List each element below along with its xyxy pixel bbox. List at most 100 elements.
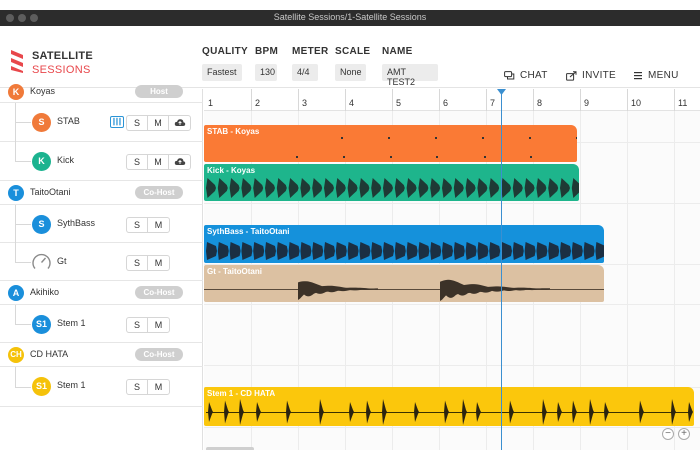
playhead-icon[interactable] bbox=[497, 89, 506, 95]
mute-button[interactable]: M bbox=[148, 218, 169, 232]
logo-text-satellite: SATELLITE bbox=[32, 50, 93, 62]
keyboard-icon[interactable] bbox=[110, 116, 124, 128]
solo-button[interactable]: S bbox=[127, 116, 148, 130]
mute-button[interactable]: M bbox=[148, 116, 169, 130]
user-name: Koyas bbox=[30, 86, 56, 96]
cloud-upload-button[interactable] bbox=[169, 155, 190, 169]
horizontal-scrollbar[interactable] bbox=[206, 447, 254, 450]
solo-button[interactable]: S bbox=[127, 218, 148, 232]
ruler-bar-label: 4 bbox=[349, 98, 355, 108]
chat-button[interactable]: CHAT bbox=[504, 70, 548, 81]
bar-ruler[interactable]: 1 2 3 4 5 6 7 8 9 10 11 bbox=[204, 89, 700, 111]
ruler-tick bbox=[674, 89, 675, 111]
solo-button[interactable]: S bbox=[127, 155, 148, 169]
track-row-stem1-cd-hata[interactable]: S1 Stem 1 S M bbox=[0, 367, 203, 407]
ruler-tick bbox=[392, 89, 393, 111]
user-row-koyas[interactable]: K Koyas Host bbox=[0, 80, 203, 103]
track-row-sythbass[interactable]: S SythBass S M bbox=[0, 205, 203, 243]
clip-waveform bbox=[204, 279, 604, 301]
track-controls: S M bbox=[126, 217, 170, 233]
ruler-tick bbox=[345, 89, 346, 111]
role-badge: Co-Host bbox=[135, 348, 183, 361]
solo-button[interactable]: S bbox=[127, 380, 148, 394]
track-avatar: K bbox=[32, 152, 51, 171]
tree-branch bbox=[15, 324, 31, 325]
ruler-bar-label: 5 bbox=[396, 98, 402, 108]
track-row-stem1-akihiko[interactable]: S1 Stem 1 S M bbox=[0, 305, 203, 343]
track-avatar: S bbox=[32, 215, 51, 234]
chat-icon bbox=[504, 70, 515, 79]
ruler-bar-label: 10 bbox=[631, 98, 642, 108]
track-row-gt[interactable]: Gt S M bbox=[0, 243, 203, 281]
ruler-bar-label: 9 bbox=[584, 98, 590, 108]
tree-line bbox=[15, 305, 16, 324]
cloud-upload-icon bbox=[174, 119, 185, 126]
tree-branch bbox=[15, 122, 31, 123]
clip-waveform bbox=[206, 178, 579, 198]
tree-line bbox=[15, 367, 16, 387]
user-name: Akihiko bbox=[30, 287, 60, 297]
ruler-bar-label: 6 bbox=[443, 98, 449, 108]
tree-line bbox=[15, 142, 16, 162]
clip-sythbass-taitootani[interactable]: SythBass - TaitoOtani bbox=[204, 225, 604, 263]
bpm-label: BPM bbox=[255, 46, 279, 57]
invite-label: INVITE bbox=[582, 70, 617, 81]
user-row-akihiko[interactable]: A Akihiko Co-Host bbox=[0, 281, 203, 305]
window-title: Satellite Sessions/1-Satellite Sessions bbox=[273, 12, 427, 22]
scale-value[interactable]: None bbox=[335, 64, 366, 81]
meter-setting: METER 4/4 bbox=[292, 46, 329, 81]
mute-button[interactable]: M bbox=[148, 256, 169, 270]
tree-branch bbox=[15, 224, 31, 225]
user-row-cd-hata[interactable]: CH CD HATA Co-Host bbox=[0, 343, 203, 367]
grid-row-line bbox=[204, 203, 700, 204]
quality-value[interactable]: Fastest bbox=[202, 64, 242, 81]
ruler-bar-label: 2 bbox=[255, 98, 261, 108]
clip-stab-koyas[interactable]: STAB - Koyas bbox=[204, 125, 577, 162]
scale-label: SCALE bbox=[335, 46, 371, 57]
meter-value[interactable]: 4/4 bbox=[292, 64, 318, 81]
menu-icon bbox=[634, 72, 642, 80]
clip-waveform bbox=[206, 399, 693, 425]
logo-text-sessions: SESSIONS bbox=[32, 64, 91, 76]
track-controls: S M bbox=[126, 317, 170, 333]
track-row-kick[interactable]: K Kick S M bbox=[0, 142, 203, 181]
zoom-in-button[interactable]: + bbox=[678, 428, 690, 440]
track-controls: S M bbox=[126, 115, 191, 131]
playhead[interactable] bbox=[501, 89, 502, 450]
knob-icon[interactable] bbox=[31, 252, 52, 273]
mute-button[interactable]: M bbox=[148, 318, 169, 332]
user-name: CD HATA bbox=[30, 349, 69, 359]
cloud-upload-button[interactable] bbox=[169, 116, 190, 130]
title-bar: Satellite Sessions/1-Satellite Sessions bbox=[0, 10, 700, 26]
name-value[interactable]: AMT TEST2 bbox=[382, 64, 438, 87]
solo-button[interactable]: S bbox=[127, 318, 148, 332]
role-badge: Co-Host bbox=[135, 286, 183, 299]
role-badge: Co-Host bbox=[135, 186, 183, 199]
user-avatar: CH bbox=[8, 347, 24, 363]
track-avatar: S bbox=[32, 113, 51, 132]
track-controls: S M bbox=[126, 379, 170, 395]
user-row-taitootani[interactable]: T TaitoOtani Co-Host bbox=[0, 181, 203, 205]
clip-kick-koyas[interactable]: Kick - Koyas bbox=[204, 164, 579, 201]
menu-button[interactable]: MENU bbox=[634, 70, 679, 81]
grid-row-line bbox=[204, 365, 700, 366]
solo-button[interactable]: S bbox=[127, 256, 148, 270]
chat-label: CHAT bbox=[520, 70, 548, 81]
bpm-value[interactable]: 130 bbox=[255, 64, 277, 81]
track-name: Stem 1 bbox=[57, 380, 86, 390]
track-row-stab[interactable]: S STAB S M bbox=[0, 103, 203, 142]
ruler-tick bbox=[533, 89, 534, 111]
arrangement-timeline[interactable]: 1 2 3 4 5 6 7 8 9 10 11 STAB - Koyas Kick - Koyas … bbox=[204, 89, 700, 450]
mute-button[interactable]: M bbox=[148, 155, 169, 169]
tree-branch bbox=[15, 387, 31, 388]
mute-button[interactable]: M bbox=[148, 380, 169, 394]
zoom-out-button[interactable]: − bbox=[662, 428, 674, 440]
bpm-setting: BPM 130 bbox=[255, 46, 278, 81]
clip-gt-taitootani[interactable]: Gt - TaitoOtani bbox=[204, 265, 604, 302]
quality-setting: QUALITY Fastest bbox=[202, 46, 248, 81]
quality-label: QUALITY bbox=[202, 46, 248, 57]
ruler-bar-label: 7 bbox=[490, 98, 496, 108]
track-name: Stem 1 bbox=[57, 318, 86, 328]
invite-button[interactable]: INVITE bbox=[566, 70, 616, 81]
clip-stem1-cd-hata[interactable]: Stem 1 - CD HATA bbox=[204, 387, 694, 426]
